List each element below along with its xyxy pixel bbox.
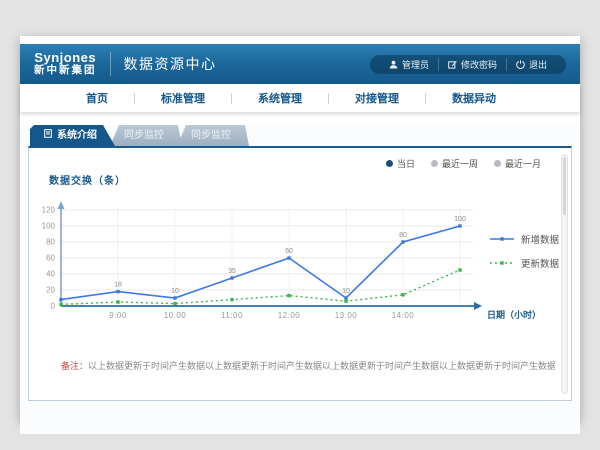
nav-item-system-mgmt[interactable]: 系统管理 [232, 90, 328, 106]
svg-text:10: 10 [171, 288, 179, 295]
user-menu-change-password[interactable]: 修改密码 [438, 58, 506, 71]
time-range-filter: 当日 最近一周 最近一月 [386, 157, 541, 170]
brand-logo: Synjones 新中新集团 [34, 51, 97, 77]
app-header: Synjones 新中新集团 数据资源中心 管理员 修改密码 [20, 44, 580, 84]
brand-logo-cn: 新中新集团 [34, 65, 97, 77]
nav-item-standard-mgmt[interactable]: 标准管理 [135, 90, 231, 106]
legend-line-swatch [489, 258, 515, 268]
user-menu: 管理员 修改密码 退出 [370, 55, 566, 74]
nav-item-data-change[interactable]: 数据异动 [426, 90, 522, 106]
tab-sync-monitor-2-label: 同步监控 [191, 130, 231, 141]
svg-text:40: 40 [46, 270, 55, 279]
svg-text:80: 80 [46, 238, 55, 247]
svg-text:120: 120 [42, 206, 56, 215]
radio-dot [431, 160, 438, 167]
nav-item-home[interactable]: 首页 [60, 90, 134, 106]
app-window: Synjones 新中新集团 数据资源中心 管理员 修改密码 [20, 36, 580, 420]
user-menu-logout-label: 退出 [529, 58, 547, 71]
content-area: 系统介绍 同步监控 同步监控 当日 最近一周 [20, 125, 580, 434]
legend-line-swatch [489, 234, 515, 244]
radio-today[interactable]: 当日 [386, 157, 415, 170]
radio-last-week[interactable]: 最近一周 [431, 157, 478, 170]
chart-legend: 新增数据更新数据 [489, 232, 559, 270]
tab-sync-monitor-2[interactable]: 同步监控 [177, 125, 249, 146]
nav-item-interface-mgmt[interactable]: 对接管理 [329, 90, 425, 106]
tab-bar: 系统介绍 同步监控 同步监控 [20, 125, 580, 146]
legend-item[interactable]: 更新数据 [489, 256, 559, 270]
footnote: 备注：以上数据更新于时间产生数据以上数据更新于时间产生数据以上数据更新于时间产生… [61, 359, 555, 372]
svg-text:18: 18 [114, 282, 122, 289]
user-menu-admin[interactable]: 管理员 [380, 58, 438, 71]
radio-dot [494, 160, 501, 167]
logout-icon [516, 60, 525, 69]
footnote-label: 备注： [61, 361, 88, 371]
page-title: 数据资源中心 [124, 54, 217, 74]
svg-text:10:00: 10:00 [164, 311, 187, 320]
legend-item[interactable]: 新增数据 [489, 232, 559, 246]
svg-text:12:00: 12:00 [278, 311, 301, 320]
svg-text:9:00: 9:00 [109, 311, 127, 320]
svg-text:35: 35 [228, 268, 236, 275]
radio-today-label: 当日 [397, 157, 415, 170]
scrollbar-thumb[interactable] [563, 157, 566, 215]
svg-text:60: 60 [46, 254, 55, 263]
y-axis-label: 数据交换（条） [49, 172, 126, 187]
footnote-text: 以上数据更新于时间产生数据以上数据更新于时间产生数据以上数据更新于时间产生数据以… [88, 361, 555, 371]
svg-text:100: 100 [42, 222, 56, 231]
tab-system-intro[interactable]: 系统介绍 [30, 125, 115, 146]
document-icon [44, 125, 52, 146]
svg-text:20: 20 [46, 286, 55, 295]
user-menu-change-password-label: 修改密码 [461, 58, 497, 71]
edit-icon [448, 60, 457, 69]
tab-system-intro-label: 系统介绍 [57, 125, 97, 146]
user-menu-logout[interactable]: 退出 [506, 58, 556, 71]
user-icon [389, 60, 398, 69]
radio-last-week-label: 最近一周 [442, 157, 478, 170]
panel-scrollbar[interactable] [561, 154, 568, 394]
svg-text:80: 80 [399, 232, 407, 239]
svg-text:0: 0 [51, 302, 56, 311]
user-menu-admin-label: 管理员 [402, 58, 429, 71]
chart-panel: 当日 最近一周 最近一月 数据交换（条） 0 20 40 60 80 100 120 9:00… [28, 146, 572, 401]
tab-sync-monitor-1[interactable]: 同步监控 [110, 125, 182, 146]
radio-last-month[interactable]: 最近一月 [494, 157, 541, 170]
legend-item-label: 更新数据 [521, 256, 559, 270]
svg-text:60: 60 [285, 248, 293, 255]
svg-text:14:00: 14:00 [392, 311, 415, 320]
radio-last-month-label: 最近一月 [505, 157, 541, 170]
svg-text:日期（小时）: 日期（小时） [487, 309, 541, 320]
line-chart: 0 20 40 60 80 100 120 9:00 10:00 11:00 12:00 13:00 1… [39, 196, 559, 322]
header-divider [110, 52, 111, 76]
main-nav: 首页 标准管理 系统管理 对接管理 数据异动 [20, 84, 580, 112]
tab-sync-monitor-1-label: 同步监控 [124, 130, 164, 141]
svg-text:10: 10 [342, 288, 350, 295]
legend-item-label: 新增数据 [521, 232, 559, 246]
svg-text:11:00: 11:00 [221, 311, 243, 320]
svg-text:100: 100 [454, 216, 466, 223]
radio-dot [386, 160, 393, 167]
svg-text:13:00: 13:00 [335, 311, 358, 320]
